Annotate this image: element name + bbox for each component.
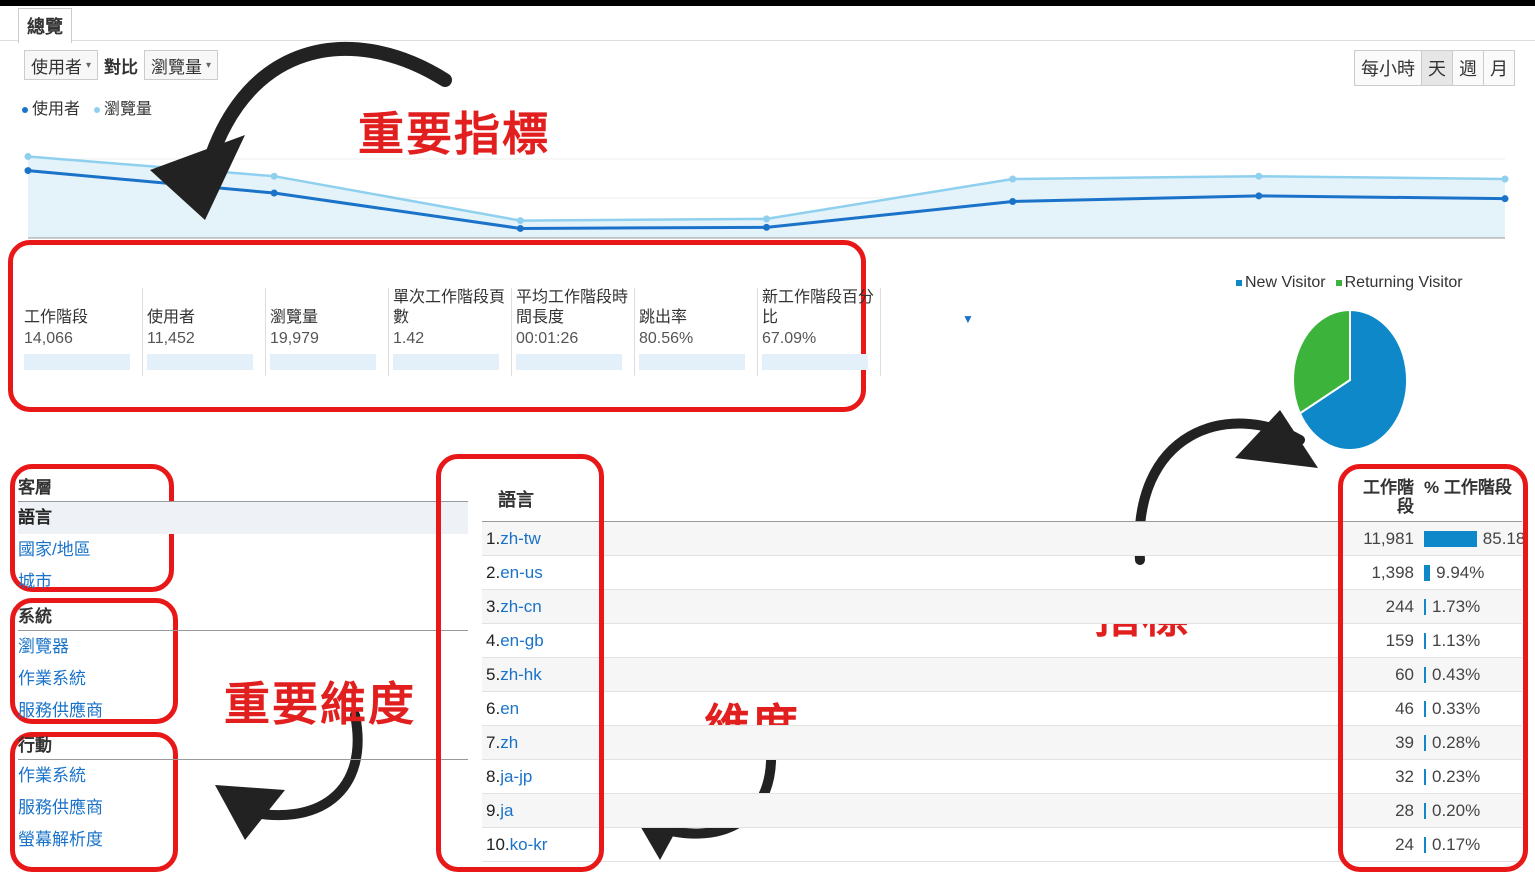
sparkline (24, 354, 130, 370)
sparkline (270, 354, 376, 370)
sparkline (516, 354, 622, 370)
sidebar-item-screen-resolution[interactable]: 螢幕解析度 (18, 824, 468, 856)
dimension-sidebar: 客層 語言 國家/地區 城市 系統 瀏覽器 作業系統 服務供應商 行動 作業系統… (18, 475, 468, 856)
metric-new-session-pct[interactable]: 新工作階段百分比 67.09% (758, 288, 881, 376)
arrow-head-icon (150, 135, 245, 220)
sidebar-item-browser[interactable]: 瀏覽器 (18, 631, 468, 663)
pie-legend-returning-visitor: Returning Visitor (1335, 274, 1463, 292)
legend-square-icon (1335, 279, 1342, 286)
metric-sessions[interactable]: 工作階段 14,066 (20, 288, 143, 376)
sparkline (147, 354, 253, 370)
metric-value: 1.42 (393, 330, 425, 347)
metric-name: 單次工作階段頁數 (393, 289, 506, 326)
metric-avg-session-duration[interactable]: 平均工作階段時間長度 00:01:26 (512, 288, 635, 376)
pie-legend-new-visitor: New Visitor (1236, 274, 1326, 292)
metric-value: 00:01:26 (516, 330, 579, 347)
metric-value: 80.56% (639, 330, 694, 347)
metric-name: 瀏覽量 (270, 309, 319, 326)
highlight-metric-columns (1338, 464, 1528, 872)
metric-users[interactable]: 使用者 11,452 (143, 288, 266, 376)
sidebar-group-system: 系統 (18, 607, 52, 626)
legend-square-icon (1236, 279, 1242, 286)
metric-pageviews[interactable]: 瀏覽量 19,979 (266, 288, 389, 376)
metric-name: 新工作階段百分比 (762, 289, 875, 326)
metric-name: 平均工作階段時間長度 (516, 289, 629, 326)
arrow-icon (193, 41, 452, 207)
sidebar-item-country[interactable]: 國家/地區 (18, 534, 468, 566)
sparkline (639, 354, 745, 370)
metric-name: 工作階段 (24, 309, 89, 326)
sidebar-item-mobile-os[interactable]: 作業系統 (18, 760, 468, 792)
metric-summary-row: 工作階段 14,066 使用者 11,452 瀏覽量 19,979 單次工作階段頁數 1… (20, 288, 881, 376)
callout-key-dimensions: 重要維度 (224, 678, 416, 730)
legend-label: Returning Visitor (1344, 274, 1463, 291)
sidebar-group-mobile: 行動 (18, 736, 52, 755)
visitor-pie-chart (1292, 308, 1408, 451)
metric-value: 19,979 (270, 330, 319, 347)
sparkline (762, 354, 868, 370)
sidebar-group-demographics: 客層 (18, 478, 52, 497)
metric-value: 67.09% (762, 330, 817, 347)
dropdown-triangle-icon[interactable]: ▼ (962, 312, 974, 326)
legend-label: New Visitor (1245, 274, 1326, 291)
metric-name: 使用者 (147, 309, 196, 326)
metric-value: 11,452 (147, 330, 195, 347)
sidebar-item-language[interactable]: 語言 (18, 502, 468, 534)
highlight-dimension-column (436, 454, 604, 872)
metric-value: 14,066 (24, 330, 73, 347)
pie-legend: New Visitor Returning Visitor (1236, 274, 1463, 292)
sidebar-item-mobile-isp[interactable]: 服務供應商 (18, 792, 468, 824)
metric-bounce-rate[interactable]: 跳出率 80.56% (635, 288, 758, 376)
sparkline (393, 354, 499, 370)
metric-pages-per-session[interactable]: 單次工作階段頁數 1.42 (389, 288, 512, 376)
sidebar-item-city[interactable]: 城市 (18, 566, 468, 598)
metric-name: 跳出率 (639, 309, 688, 326)
